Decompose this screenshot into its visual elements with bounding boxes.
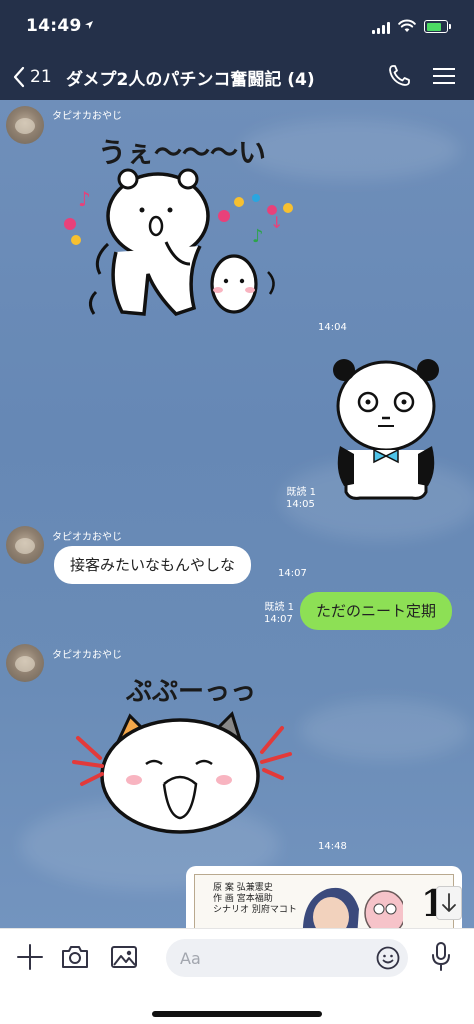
back-chevron-icon — [13, 66, 25, 88]
scroll-down-icon — [442, 893, 456, 912]
camera-icon[interactable] — [60, 943, 90, 971]
status-bar: 14:49 — [0, 0, 474, 54]
avatar[interactable] — [6, 644, 44, 682]
credit-line: 原 案 弘兼憲史 — [213, 883, 273, 893]
manga-cover-frame: 原 案 弘兼憲史 作 画 宮本福助 シナリオ 別府マコト 1 — [194, 874, 454, 928]
manga-characters — [302, 888, 403, 928]
chat-header: 21 ダメプ2人のパチンコ奮闘記 (4) — [0, 54, 474, 100]
status-time: 14:49 — [26, 16, 82, 36]
message-time: 14:48 — [318, 841, 347, 852]
sticker-text: うぇ〜〜〜い — [98, 136, 266, 169]
phone-icon[interactable] — [386, 63, 412, 89]
bear-sticker[interactable]: うぇ〜〜〜い ♪ ♪ ↓ — [56, 124, 306, 329]
image-icon[interactable] — [110, 943, 138, 971]
message-time: 14:05 — [286, 499, 315, 510]
credit-line: 作 画 宮本福助 — [213, 894, 273, 904]
emoji-icon[interactable] — [376, 946, 400, 970]
location-arrow-icon — [85, 21, 93, 29]
battery-icon — [424, 20, 448, 33]
avatar[interactable] — [6, 106, 44, 144]
credit-line: シナリオ 別府マコト — [213, 905, 297, 915]
read-receipt: 既読 1 — [264, 602, 294, 613]
panda-sticker[interactable] — [330, 354, 442, 504]
menu-icon[interactable] — [433, 66, 455, 86]
input-bar — [0, 928, 474, 1024]
read-receipt: 既読 1 — [286, 487, 316, 498]
sender-name: タピオカおやじ — [52, 111, 122, 122]
chat-area[interactable]: タピオカおやじ うぇ〜〜〜い ♪ ♪ ↓ 14:04 既読 1 14:05 タピ… — [0, 100, 474, 928]
cat-sticker[interactable]: ぷぷーっっ — [60, 666, 310, 846]
sender-name: タピオカおやじ — [52, 532, 122, 543]
home-indicator — [152, 1011, 322, 1017]
incoming-message-bubble[interactable]: 接客みたいなもんやしな — [54, 546, 252, 584]
svg-text:↓: ↓ — [270, 213, 283, 232]
svg-text:♪: ♪ — [252, 226, 264, 247]
battery-tip — [449, 24, 451, 29]
shared-image[interactable]: 原 案 弘兼憲史 作 画 宮本福助 シナリオ 別府マコト 1 — [186, 866, 462, 928]
chat-title: ダメプ2人のパチンコ奮闘記 (4) — [66, 70, 315, 90]
message-time: 14:07 — [278, 568, 307, 579]
message-time: 14:07 — [264, 614, 293, 625]
message-input[interactable] — [166, 939, 408, 977]
sticker-text: ぷぷーっっ — [125, 677, 256, 707]
battery-level — [426, 22, 441, 31]
scroll-down-button[interactable] — [436, 886, 462, 920]
signal-icon — [372, 22, 390, 34]
message-time: 14:04 — [318, 322, 347, 333]
mic-icon[interactable] — [430, 941, 452, 973]
unread-count: 21 — [30, 67, 52, 87]
wifi-icon — [398, 19, 416, 32]
svg-text:♪: ♪ — [78, 187, 91, 211]
outgoing-message-bubble[interactable]: ただのニート定期 — [300, 592, 453, 630]
avatar[interactable] — [6, 526, 44, 564]
plus-icon[interactable] — [16, 943, 44, 971]
sender-name: タピオカおやじ — [52, 650, 122, 661]
back-button[interactable]: 21 — [12, 62, 52, 92]
